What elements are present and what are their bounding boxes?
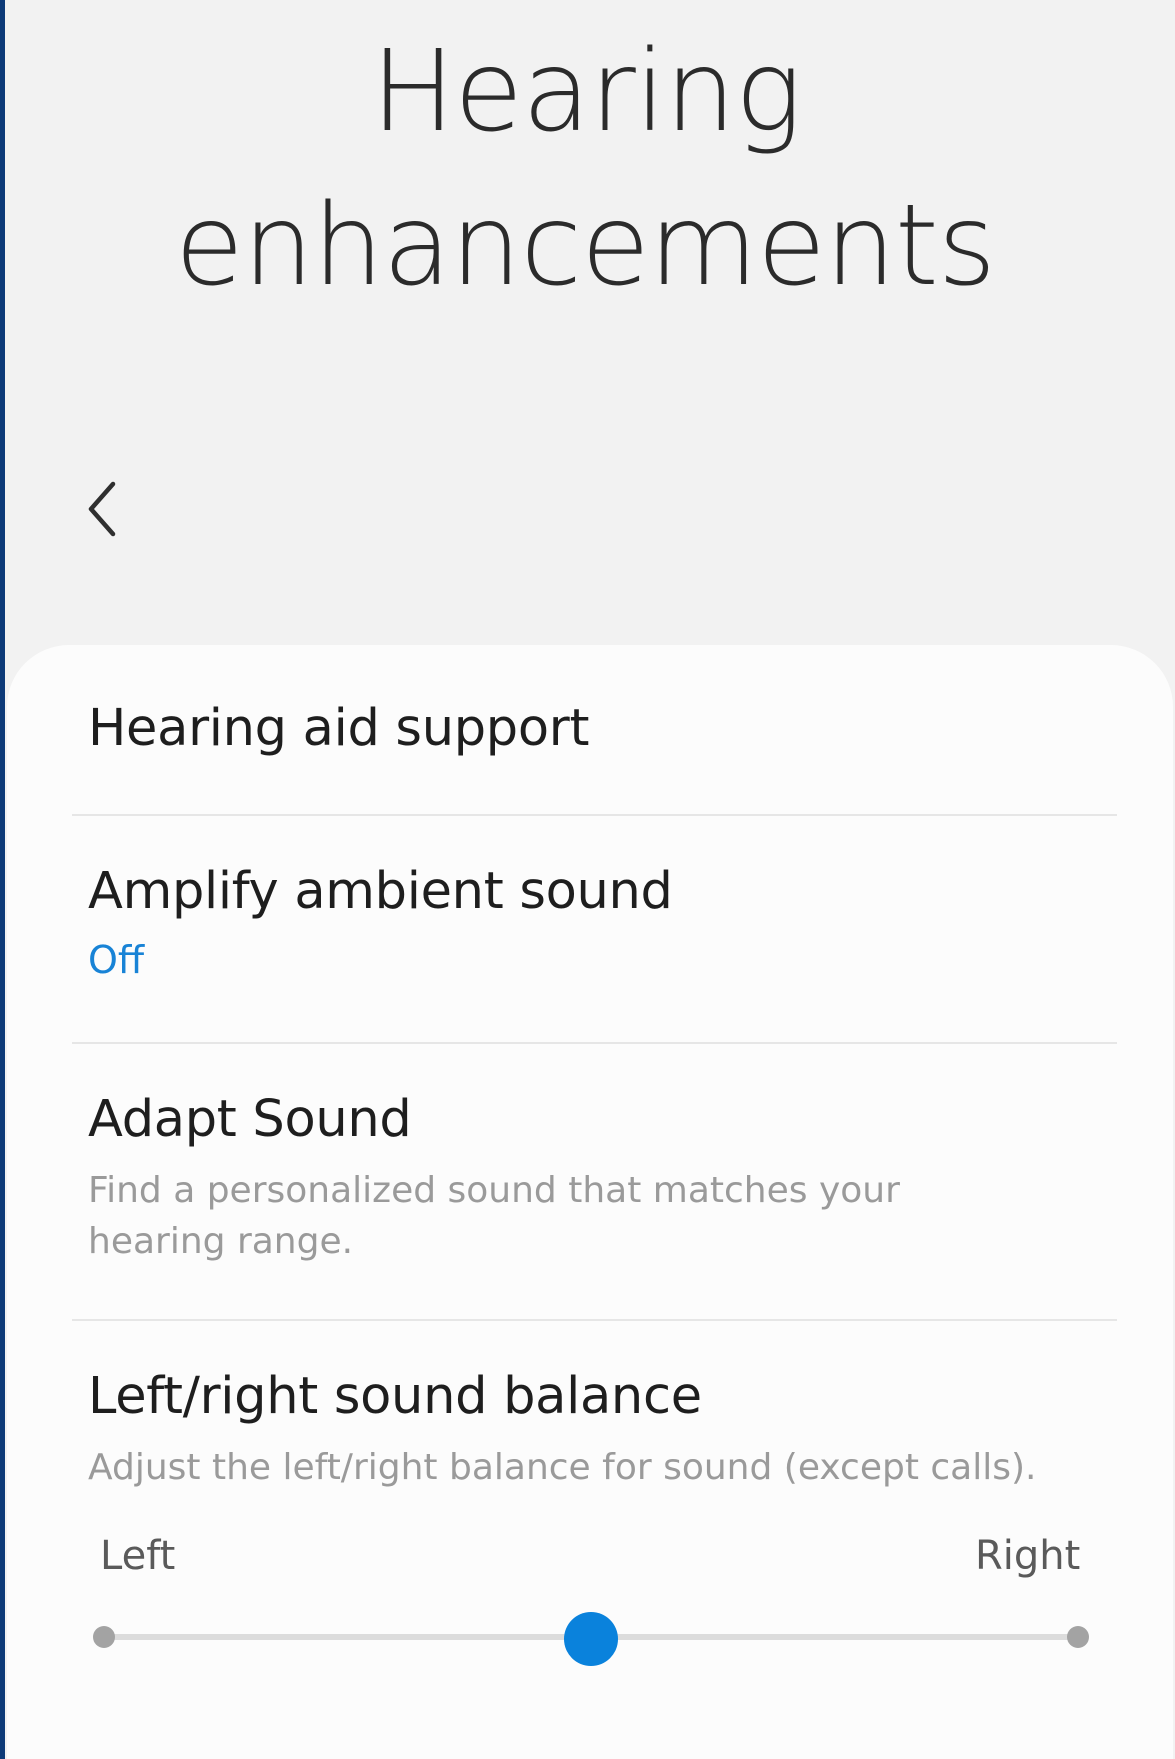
sound-balance-item: Left/right sound balance Adjust the left… (7, 1321, 1173, 1521)
balance-right-label: Right (975, 1533, 1081, 1579)
amplify-ambient-sound-status: Off (88, 938, 145, 982)
slider-thumb[interactable] (564, 1612, 618, 1666)
hearing-aid-support-title: Hearing aid support (88, 699, 590, 758)
amplify-ambient-sound-title: Amplify ambient sound (88, 862, 673, 921)
hearing-aid-support-item[interactable]: Hearing aid support (7, 645, 1173, 815)
adapt-sound-subtitle-line2: hearing range. (88, 1221, 354, 1262)
page-header: Hearing enhancements (5, 0, 1175, 320)
sound-balance-title: Left/right sound balance (88, 1367, 702, 1426)
adapt-sound-title: Adapt Sound (88, 1090, 412, 1149)
sound-balance-subtitle: Adjust the left/right balance for sound … (88, 1447, 1037, 1488)
slider-right-end (1067, 1626, 1089, 1648)
adapt-sound-subtitle-line1: Find a personalized sound that matches y… (88, 1170, 900, 1211)
back-button[interactable] (77, 474, 147, 544)
page-title-line2: enhancements (174, 181, 996, 311)
balance-left-label: Left (100, 1533, 176, 1579)
screen: Hearing enhancements Hearing aid support… (5, 0, 1175, 1759)
balance-slider[interactable] (93, 1612, 1089, 1666)
adapt-sound-item[interactable]: Adapt Sound Find a personalized sound th… (7, 1044, 1173, 1319)
amplify-ambient-sound-item[interactable]: Amplify ambient sound Off (7, 816, 1173, 1041)
settings-card: Hearing aid support Amplify ambient soun… (7, 645, 1173, 1759)
slider-left-end (93, 1626, 115, 1648)
chevron-left-icon (88, 481, 116, 537)
page-title-line1: Hearing (370, 27, 802, 157)
